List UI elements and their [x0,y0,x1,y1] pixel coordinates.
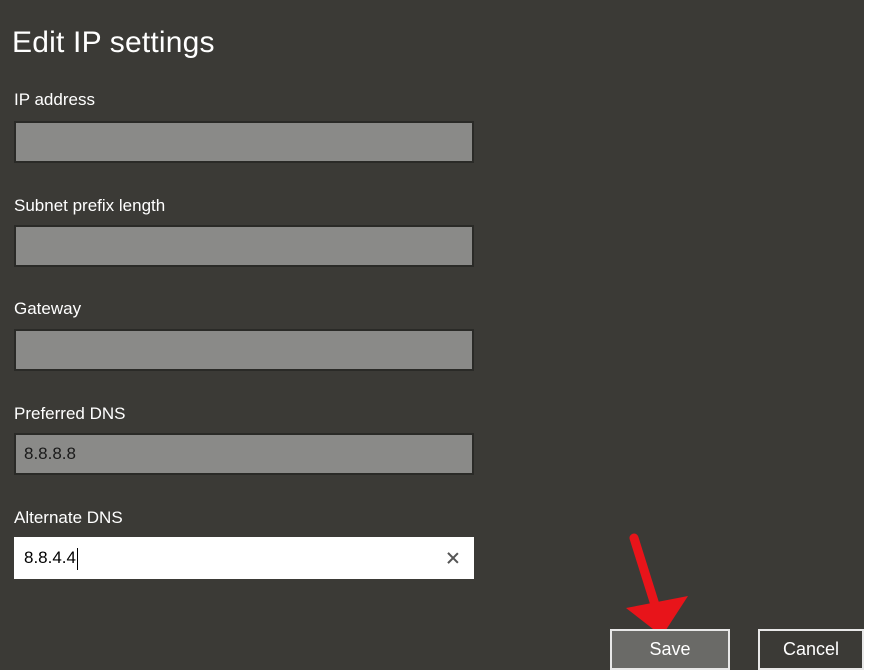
edit-ip-settings-dialog: Edit IP settings IP address Subnet prefi… [0,0,866,670]
gateway-label: Gateway [14,299,82,318]
dialog-title: Edit IP settings [12,26,215,59]
preferred-dns-value: 8.8.8.8 [24,444,76,463]
subnet-prefix-length-label: Subnet prefix length [14,196,166,215]
gateway-input[interactable] [14,329,474,371]
save-button[interactable]: Save [610,629,730,670]
alternate-dns-label: Alternate DNS [14,508,123,527]
ip-address-label: IP address [14,90,95,109]
red-arrow-icon [626,533,688,636]
close-icon[interactable] [444,549,462,567]
subnet-prefix-length-input[interactable] [14,225,474,267]
preferred-dns-label: Preferred DNS [14,404,126,423]
preferred-dns-input[interactable]: 8.8.8.8 [14,433,474,475]
alternate-dns-value: 8.8.4.4 [24,539,444,577]
ip-address-input[interactable] [14,121,474,163]
text-caret [77,547,78,570]
cancel-button[interactable]: Cancel [758,629,864,670]
alternate-dns-input[interactable]: 8.8.4.4 [14,537,474,579]
